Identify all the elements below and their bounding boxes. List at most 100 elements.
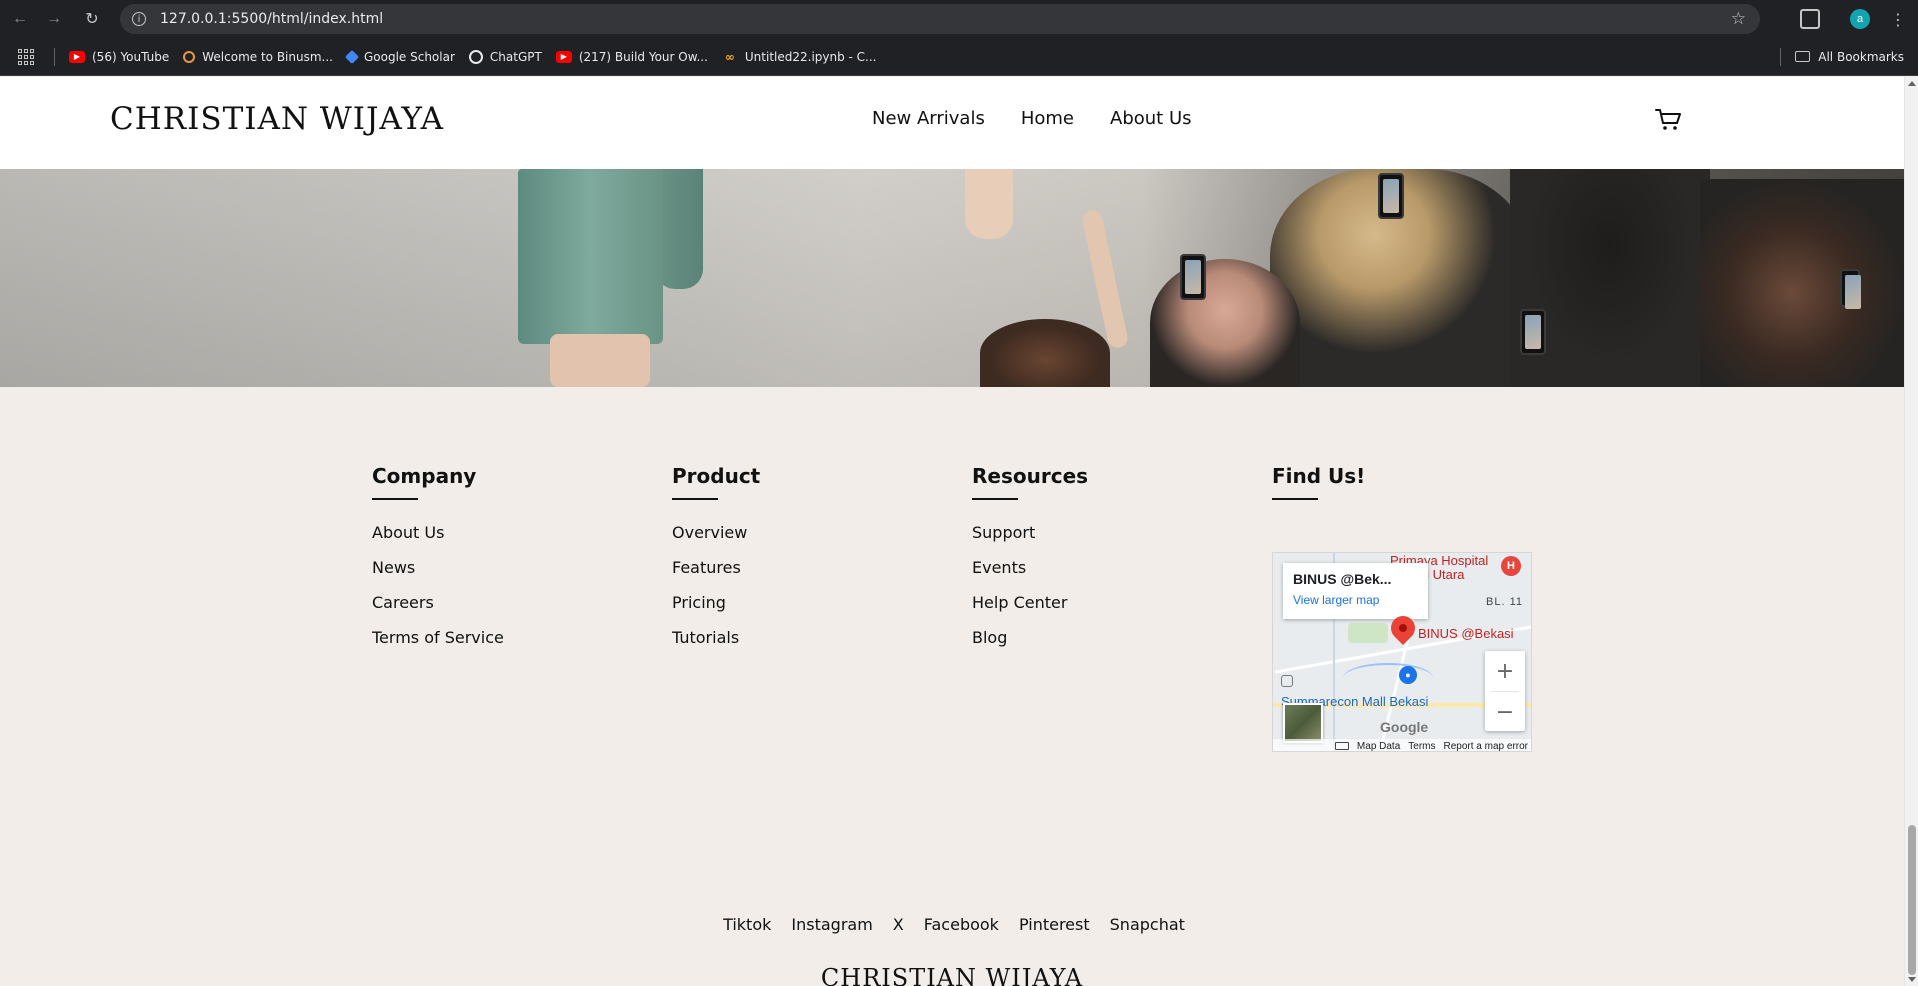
bookmark-chatgpt[interactable]: ChatGPT xyxy=(468,49,542,64)
address-bar[interactable]: i 127.0.0.1:5500/html/index.html ☆ xyxy=(120,4,1760,34)
site-header: CHRISTIAN WIJAYA New Arrivals Home About… xyxy=(0,77,1904,169)
report-map-error-link[interactable]: Report a map error xyxy=(1444,741,1528,752)
browser-toolbar: ← → ↻ i 127.0.0.1:5500/html/index.html ☆… xyxy=(0,0,1918,38)
nav-new-arrivals[interactable]: New Arrivals xyxy=(872,108,985,129)
bookmark-label: Welcome to Binusm... xyxy=(202,49,333,64)
browser-menu-icon[interactable]: ⋮ xyxy=(1890,10,1906,29)
page-scrollbar[interactable] xyxy=(1904,77,1918,986)
social-link-facebook[interactable]: Facebook xyxy=(924,915,999,934)
hero-audience xyxy=(1150,259,1300,387)
bookmark-colab[interactable]: ∞ Untitled22.ipynb - C... xyxy=(722,50,877,64)
footer-link-terms[interactable]: Terms of Service xyxy=(372,627,504,649)
apps-grid-icon[interactable] xyxy=(18,48,34,65)
social-links: Tiktok Instagram X Facebook Pinterest Sn… xyxy=(0,915,1904,934)
bookmark-binusmaya[interactable]: Welcome to Binusm... xyxy=(183,50,333,64)
social-link-tiktok[interactable]: Tiktok xyxy=(723,915,771,934)
footer-link-pricing[interactable]: Pricing xyxy=(672,592,760,614)
social-link-x[interactable]: X xyxy=(893,915,904,934)
social-link-snapchat[interactable]: Snapchat xyxy=(1110,915,1185,934)
back-icon[interactable]: ← xyxy=(6,5,34,33)
profile-avatar[interactable]: a xyxy=(1850,9,1870,29)
all-bookmarks-label: All Bookmarks xyxy=(1818,49,1904,64)
scroll-down-icon[interactable] xyxy=(1908,977,1916,982)
site-footer: Company About Us News Careers Terms of S… xyxy=(0,387,1904,986)
footer-column-company: Company About Us News Careers Terms of S… xyxy=(372,464,504,662)
footer-link-help-center[interactable]: Help Center xyxy=(972,592,1088,614)
footer-link-about-us[interactable]: About Us xyxy=(372,522,504,544)
footer-link-support[interactable]: Support xyxy=(972,522,1088,544)
footer-link-careers[interactable]: Careers xyxy=(372,592,504,614)
colab-icon: ∞ xyxy=(724,49,735,64)
footer-column-resources: Resources Support Events Help Center Blo… xyxy=(972,464,1088,662)
forward-icon[interactable]: → xyxy=(40,5,68,33)
hospital-icon[interactable]: H xyxy=(1501,556,1521,576)
youtube-icon: ▶ xyxy=(69,50,85,63)
all-bookmarks[interactable]: All Bookmarks xyxy=(1780,47,1904,66)
bookmark-label: (217) Build Your Ow... xyxy=(578,49,708,64)
hero-image xyxy=(0,169,1904,387)
hero-phone xyxy=(1840,269,1861,309)
scrollbar-thumb[interactable] xyxy=(1908,825,1916,975)
extensions-icon[interactable] xyxy=(1800,9,1820,29)
footer-link-news[interactable]: News xyxy=(372,557,504,579)
hero-phone xyxy=(1180,254,1206,300)
cart-icon[interactable] xyxy=(1655,108,1683,132)
map-zoom-controls: + − xyxy=(1485,651,1525,731)
footer-column-title: Company xyxy=(372,464,477,488)
main-nav: New Arrivals Home About Us xyxy=(872,108,1192,129)
map-place-name: BINUS @Bek... xyxy=(1293,571,1392,587)
footer-column-product: Product Overview Features Pricing Tutori… xyxy=(672,464,760,662)
hero-model-legs xyxy=(550,334,650,387)
binus-icon xyxy=(183,50,196,63)
url-text[interactable]: 127.0.0.1:5500/html/index.html xyxy=(160,11,383,27)
hero-walker-leg xyxy=(965,169,1013,239)
nav-home[interactable]: Home xyxy=(1021,108,1074,129)
map-poi-icon xyxy=(1281,675,1293,687)
reload-icon[interactable]: ↻ xyxy=(78,5,106,33)
title-underline xyxy=(972,498,1018,500)
hero-phone xyxy=(1520,309,1546,355)
keyboard-shortcuts-icon[interactable] xyxy=(1334,742,1349,750)
site-logo[interactable]: CHRISTIAN WIJAYA xyxy=(110,101,444,137)
footer-link-tutorials[interactable]: Tutorials xyxy=(672,627,760,649)
map-pin-label: BINUS @Bekasi xyxy=(1418,626,1514,641)
bookmarks-bar: ▶ (56) YouTube Welcome to Binusm... Goog… xyxy=(0,38,1918,76)
map-data-link[interactable]: Map Data xyxy=(1357,741,1400,752)
bookmarks-separator xyxy=(1780,47,1782,66)
zoom-in-button[interactable]: + xyxy=(1485,651,1525,691)
map-attribution: Map Data Terms Report a map error xyxy=(1273,739,1531,752)
satellite-toggle[interactable] xyxy=(1283,703,1323,743)
footer-link-events[interactable]: Events xyxy=(972,557,1088,579)
hero-audience xyxy=(1700,179,1904,387)
page-viewport: CHRISTIAN WIJAYA New Arrivals Home About… xyxy=(0,77,1904,986)
title-underline xyxy=(372,498,418,500)
footer-column-title: Product xyxy=(672,464,761,488)
bookmark-google-scholar[interactable]: Google Scholar xyxy=(344,49,455,64)
footer-column-title: Find Us! xyxy=(1272,464,1366,488)
bookmark-label: ChatGPT xyxy=(489,49,542,64)
site-info-icon[interactable]: i xyxy=(132,12,146,26)
social-link-pinterest[interactable]: Pinterest xyxy=(1019,915,1090,934)
map-terms-link[interactable]: Terms xyxy=(1408,741,1435,752)
nav-about-us[interactable]: About Us xyxy=(1110,108,1192,129)
view-larger-map-link[interactable]: View larger map xyxy=(1293,593,1418,607)
bookmark-star-icon[interactable]: ☆ xyxy=(1731,9,1746,29)
hero-audience xyxy=(980,319,1110,387)
bookmark-label: Google Scholar xyxy=(363,49,455,64)
google-scholar-icon xyxy=(344,49,360,64)
hero-phone xyxy=(1378,173,1404,219)
map-place-card: BINUS @Bek... View larger map xyxy=(1283,563,1428,619)
google-logo: Google xyxy=(1380,719,1429,735)
map-road-label: BL. 11 xyxy=(1486,596,1523,608)
bookmark-youtube[interactable]: ▶ (56) YouTube xyxy=(69,50,169,64)
footer-link-overview[interactable]: Overview xyxy=(672,522,760,544)
scroll-up-icon[interactable] xyxy=(1908,81,1916,86)
title-underline xyxy=(1272,498,1318,500)
footer-link-features[interactable]: Features xyxy=(672,557,760,579)
zoom-out-button[interactable]: − xyxy=(1485,692,1525,732)
title-underline xyxy=(672,498,718,500)
social-link-instagram[interactable]: Instagram xyxy=(791,915,872,934)
google-map-embed[interactable]: Primaya Hospital Bekasi Utara H BL. 11 B… xyxy=(1272,552,1532,752)
footer-link-blog[interactable]: Blog xyxy=(972,627,1088,649)
bookmark-youtube-build[interactable]: ▶ (217) Build Your Ow... xyxy=(555,49,708,64)
